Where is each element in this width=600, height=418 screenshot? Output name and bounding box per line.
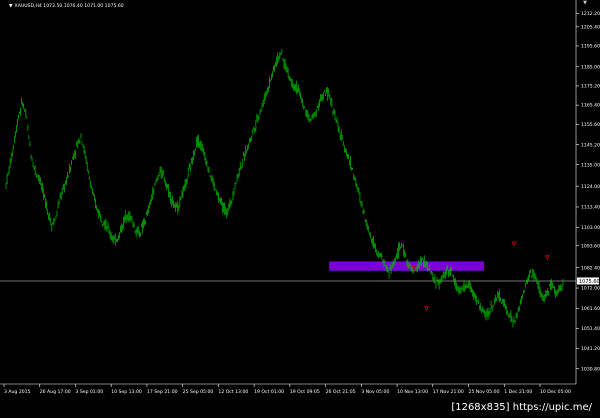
symbol-dropdown-icon[interactable]: ▼ bbox=[9, 4, 13, 9]
price-chart[interactable]: 1212.20 1205.40 1195.60 1185.00 1175.20 1165.… bbox=[0, 0, 600, 414]
y-tick-label: 1212.20 bbox=[581, 11, 600, 17]
x-tick-label: 3 Nov 05:00 bbox=[361, 389, 389, 395]
y-tick-label: 1145.20 bbox=[581, 142, 600, 148]
y-tick-label: 1165.40 bbox=[581, 103, 600, 109]
time-axis: 3 Aug 2015 26 Aug 17:00 3 Sep 01:00 10 Sep … bbox=[3, 384, 571, 395]
down-arrow-icon bbox=[511, 241, 517, 247]
x-tick-label: 26 Aug 17:00 bbox=[40, 389, 71, 395]
y-tick-label: 1093.60 bbox=[581, 243, 600, 249]
x-tick-label: 25 Sep 05:00 bbox=[183, 389, 214, 395]
x-tick-label: 25 Nov 05:00 bbox=[469, 389, 500, 395]
x-tick-label: 1 Dec 21:00 bbox=[504, 389, 532, 395]
x-tick-label: 3 Aug 2015 bbox=[4, 389, 31, 395]
y-tick-label: 1124.00 bbox=[581, 184, 600, 190]
y-tick-label: 1051.40 bbox=[581, 326, 600, 332]
x-tick-label: 26 Oct 21:05 bbox=[326, 389, 356, 395]
current-price-badge: 1075.60 bbox=[577, 277, 600, 285]
price-axis: 1212.20 1205.40 1195.60 1185.00 1175.20 1165.… bbox=[576, 11, 600, 372]
x-tick-label: 19 Oct 01:00 bbox=[254, 389, 284, 395]
y-tick-label: 1185.00 bbox=[581, 64, 600, 70]
y-tick-label: 1113.40 bbox=[581, 205, 600, 211]
x-tick-label: 10 Nov 13:00 bbox=[397, 389, 428, 395]
y-tick-label: 1041.20 bbox=[581, 346, 600, 352]
x-tick-label: 17 Nov 21:00 bbox=[433, 389, 464, 395]
y-tick-label: 1082.40 bbox=[581, 265, 600, 271]
down-arrow-icon bbox=[424, 306, 430, 312]
y-tick-label: 1195.60 bbox=[581, 44, 600, 50]
y-tick-label: 1155.60 bbox=[581, 122, 600, 128]
x-tick-label: 17 Sep 21:00 bbox=[147, 389, 178, 395]
y-tick-label: 1061.60 bbox=[581, 306, 600, 312]
y-tick-label: 1205.40 bbox=[581, 24, 600, 30]
chart-canvas[interactable]: 1212.20 1205.40 1195.60 1185.00 1175.20 1165.… bbox=[0, 0, 600, 414]
symbol-ohlc-label: XAUUSD,H4 1072.50 1076.40 1071.00 1075.6… bbox=[14, 4, 124, 9]
x-tick-label: 3 Sep 01:00 bbox=[75, 389, 103, 395]
symbol-info: ▼ XAUUSD,H4 1072.50 1076.40 1071.00 1075.… bbox=[9, 4, 124, 9]
current-price-label: 1075.60 bbox=[579, 279, 600, 285]
x-tick-label: 10 Dec 05:00 bbox=[540, 389, 571, 395]
chart-menu-icon[interactable]: ▼ bbox=[583, 0, 587, 6]
x-tick-label: 19 Oct 09:05 bbox=[290, 389, 320, 395]
watermark: [1268x835] https://upic.me/ bbox=[451, 402, 592, 413]
y-tick-label: 1135.00 bbox=[581, 162, 600, 168]
x-tick-label: 10 Sep 13:00 bbox=[111, 389, 142, 395]
candle-series bbox=[5, 48, 564, 328]
down-arrow-icon bbox=[544, 255, 550, 261]
y-tick-label: 1103.00 bbox=[581, 225, 600, 231]
x-tick-label: 12 Oct 13:00 bbox=[218, 389, 248, 395]
y-tick-label: 1072.00 bbox=[581, 286, 600, 292]
y-tick-label: 1175.20 bbox=[581, 84, 600, 90]
y-tick-label: 1030.80 bbox=[581, 366, 600, 372]
